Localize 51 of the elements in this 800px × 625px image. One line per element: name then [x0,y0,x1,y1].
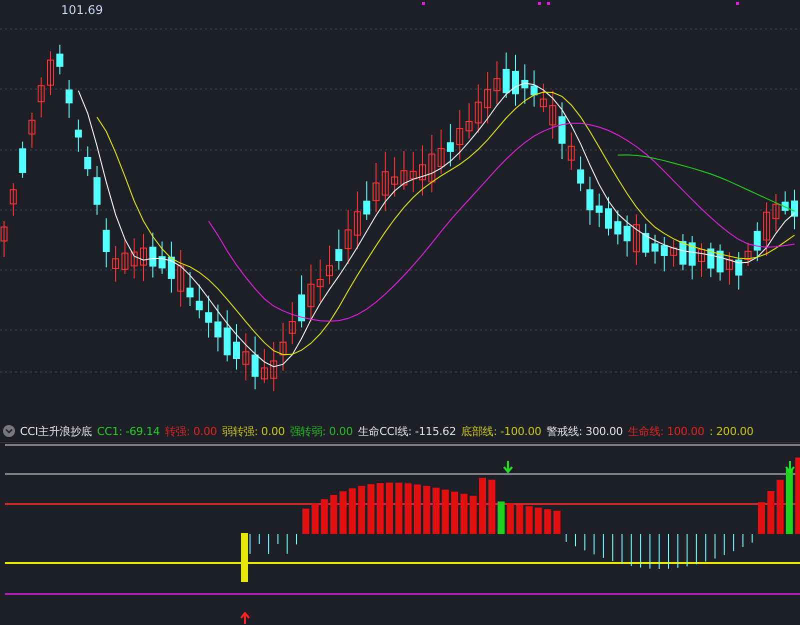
indicator-value: 强转弱: 0.00 [290,424,353,438]
histogram-bar [386,482,393,534]
histogram-bar [414,484,421,534]
indicator-value: CC1: -69.14 [97,424,160,438]
histogram-bar [479,478,486,534]
signal-marker [547,2,550,5]
histogram-bar [320,499,328,534]
histogram-bar [432,488,440,534]
down-arrow-icon [785,461,795,473]
indicator-value: : 200.00 [709,424,754,438]
histogram-bar [358,486,366,534]
histogram-bar [767,491,774,534]
histogram-bar [340,491,346,534]
histogram-bar [553,510,560,534]
histogram-bar [367,484,374,534]
up-arrow-icon [240,612,250,624]
signal-marker [736,2,739,5]
price-label: 101.69 [61,3,103,17]
down-arrow-icon [503,461,513,473]
histogram-bar [442,490,449,534]
histogram-bar [470,496,477,534]
indicator-value: 警戒线: 300.00 [546,424,623,438]
signal-marker [422,2,425,5]
histogram-bar [404,483,412,534]
histogram-bar [516,504,524,534]
indicator-value: 底部线: -100.00 [461,424,542,438]
histogram-bar [758,502,765,534]
histogram-bar [330,494,338,534]
histogram-bar [460,494,468,534]
histogram-bar [348,488,356,534]
histogram-bar [423,486,430,534]
collapse-icon[interactable] [3,425,15,437]
indicator-value: 弱转强: 0.00 [222,424,285,438]
histogram-bar [312,504,319,534]
indicator-value: 生命CCI线: -115.62 [358,424,456,438]
histogram-bar [498,502,505,534]
histogram-bar [776,480,784,534]
histogram-bar [376,483,384,534]
signal-marker [538,2,541,5]
histogram-bar [506,503,514,534]
histogram-bar [526,506,532,534]
indicator-value: 生命线: 100.00 [628,424,704,438]
histogram-bar [451,492,458,534]
histogram-bar [544,509,552,534]
histogram-bar [395,482,402,534]
histogram-bar [786,468,793,534]
indicator-value: 转强: 0.00 [164,424,217,438]
indicator-name: CCI主升浪抄底 [20,424,92,438]
histogram-bar [488,480,496,534]
histogram-bar [302,508,310,534]
histogram-bar [534,508,542,534]
